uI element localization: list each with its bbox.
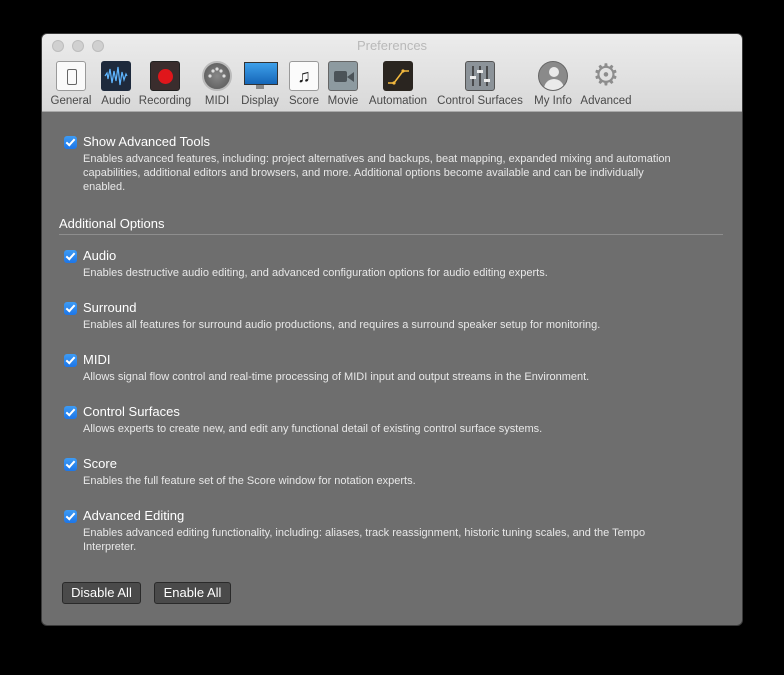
toolbar-midi[interactable]: MIDI	[201, 61, 233, 107]
movie-camera-icon	[328, 61, 358, 91]
user-icon	[538, 61, 568, 91]
toolbar-display[interactable]: Display	[239, 61, 281, 107]
audio-option-description: Enables destructive audio editing, and a…	[83, 267, 548, 279]
control-surfaces-checkbox[interactable]	[64, 406, 77, 419]
toolbar-my-info[interactable]: My Info	[531, 61, 575, 107]
audio-waveform-icon	[101, 61, 131, 91]
toolbar-label: My Info	[534, 95, 572, 107]
score-option-description: Enables the full feature set of the Scor…	[83, 475, 416, 487]
show-advanced-tools-description: Enables advanced features, including: pr…	[83, 153, 671, 193]
toolbar-control-surfaces[interactable]: Control Surfaces	[435, 61, 525, 107]
toolbar-score[interactable]: ♫ Score	[287, 61, 321, 107]
show-advanced-tools-label: Show Advanced Tools	[83, 134, 210, 149]
toolbar-label: Score	[288, 95, 320, 107]
toolbar-movie[interactable]: Movie	[326, 61, 360, 107]
toolbar-automation[interactable]: Automation	[367, 61, 429, 107]
gear-icon: ⚙	[592, 59, 620, 92]
score-option-label: Score	[83, 456, 117, 471]
midi-option-label: MIDI	[83, 352, 111, 367]
control-surfaces-option-label: Control Surfaces	[83, 404, 180, 419]
additional-options-heading: Additional Options	[59, 216, 165, 231]
advanced-editing-option-label: Advanced Editing	[83, 508, 185, 523]
toolbar-recording[interactable]: Recording	[138, 61, 192, 107]
midi-checkbox[interactable]	[64, 354, 77, 367]
toolbar-label: MIDI	[204, 95, 230, 107]
record-icon	[150, 61, 180, 91]
preferences-window: Preferences General Audio Recording MIDI…	[42, 34, 742, 625]
audio-option-label: Audio	[83, 248, 117, 263]
toolbar-label: Display	[241, 95, 279, 107]
window-title: Preferences	[356, 38, 428, 53]
surround-option-description: Enables all features for surround audio …	[83, 319, 601, 331]
advanced-editing-option-description: Enables advanced editing functionality, …	[83, 527, 646, 553]
control-surfaces-option-description: Allows experts to create new, and edit a…	[83, 423, 543, 435]
advanced-preferences-pane: Show Advanced Tools Enables advanced fea…	[42, 112, 742, 625]
audio-checkbox[interactable]	[64, 250, 77, 263]
faders-icon	[465, 61, 495, 91]
toolbar-label: Automation	[368, 95, 428, 107]
toolbar-advanced[interactable]: ⚙ Advanced	[579, 59, 633, 108]
music-note-icon: ♫	[289, 61, 319, 91]
automation-curve-icon	[383, 61, 413, 91]
title-bar: Preferences General Audio Recording MIDI…	[42, 34, 742, 112]
toolbar-audio[interactable]: Audio	[98, 61, 134, 107]
toolbar-general[interactable]: General	[49, 61, 93, 107]
midi-connector-icon	[202, 61, 232, 91]
advanced-editing-checkbox[interactable]	[64, 510, 77, 523]
toolbar-label: General	[50, 95, 92, 107]
toolbar-label: Recording	[138, 95, 192, 107]
section-divider	[59, 234, 723, 235]
toolbar-label: Control Surfaces	[437, 95, 523, 107]
disable-all-button[interactable]: Disable All	[62, 582, 141, 604]
toolbar-label: Advanced	[580, 95, 632, 107]
surround-option-label: Surround	[83, 300, 137, 315]
surround-checkbox[interactable]	[64, 302, 77, 315]
monitor-icon	[243, 61, 278, 91]
toolbar-label: Movie	[327, 95, 359, 107]
toolbar-label: Audio	[101, 95, 131, 107]
score-checkbox[interactable]	[64, 458, 77, 471]
midi-option-description: Allows signal flow control and real-time…	[83, 371, 590, 383]
general-icon	[56, 61, 86, 91]
show-advanced-tools-checkbox[interactable]	[64, 136, 77, 149]
enable-all-button[interactable]: Enable All	[154, 582, 231, 604]
